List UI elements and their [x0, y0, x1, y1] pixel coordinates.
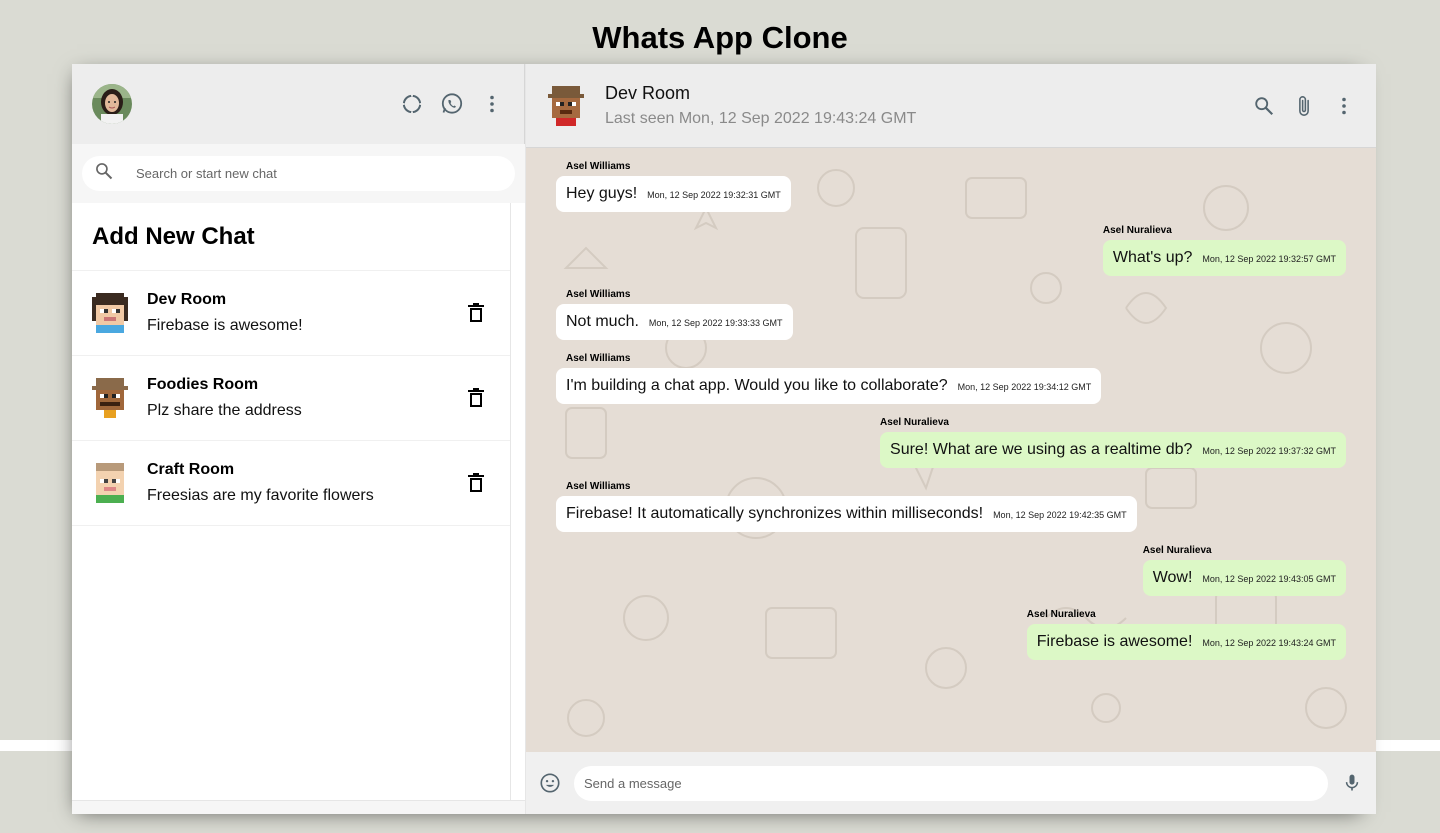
message-row: Asel Williams Hey guys! Mon, 12 Sep 2022 1… [556, 161, 1346, 212]
message-row: Asel Williams I'm building a chat app. Wo… [556, 353, 1346, 404]
sidebar: Add New Chat Dev Room [72, 64, 526, 814]
emoji-icon[interactable] [538, 771, 562, 795]
delete-icon[interactable] [464, 301, 488, 325]
message-bubble[interactable]: What's up? Mon, 12 Sep 2022 19:32:57 GMT [1102, 240, 1346, 276]
message-bubble[interactable]: Hey guys! Mon, 12 Sep 2022 19:32:31 GMT [556, 176, 791, 212]
message-row: Asel Nuralieva Sure! What are we using as… [556, 417, 1346, 468]
chat-name: Craft Room [147, 461, 235, 478]
last-seen: Last seen Mon, 12 Sep 2022 19:43:24 GMT [605, 110, 917, 127]
chat-panel: Dev Room Last seen Mon, 12 Sep 2022 19:4… [526, 64, 1376, 814]
more-vert-icon[interactable] [1332, 94, 1356, 118]
sidebar-header [72, 64, 525, 144]
message-text: What's up? [1112, 249, 1193, 266]
message-wrapper: Asel Nuralieva Sure! What are we using as… [880, 417, 1346, 468]
room-avatar[interactable] [548, 85, 584, 126]
message-sender: Asel Williams [566, 353, 631, 364]
message-timestamp: Mon, 12 Sep 2022 19:43:24 GMT [1202, 638, 1336, 648]
message-wrapper: Asel Williams Firebase! It automatically … [556, 481, 1137, 532]
app-window: Add New Chat Dev Room [72, 64, 1376, 814]
status-icon[interactable] [400, 92, 424, 116]
message-wrapper: Asel Nuralieva Wow! Mon, 12 Sep 2022 19:43… [1142, 545, 1346, 596]
chat-header: Dev Room Last seen Mon, 12 Sep 2022 19:4… [526, 64, 1376, 148]
delete-icon[interactable] [464, 386, 488, 410]
message-bubble[interactable]: Firebase! It automatically synchronizes … [556, 496, 1137, 532]
message-row: Asel Nuralieva Wow! Mon, 12 Sep 2022 19:43… [556, 545, 1346, 596]
message-row: Asel Williams Not much. Mon, 12 Sep 2022 1… [556, 289, 1346, 340]
search-container [82, 156, 515, 191]
chat-name: Dev Room [147, 291, 227, 308]
message-wrapper: Asel Nuralieva What's up? Mon, 12 Sep 2022… [1102, 225, 1346, 276]
message-sender: Asel Nuralieva [1142, 545, 1212, 556]
message-wrapper: Asel Nuralieva Firebase is awesome! Mon, 1… [1026, 609, 1346, 660]
chat-last-message: Plz share the address [147, 402, 302, 419]
message-text: Firebase is awesome! [1036, 633, 1193, 650]
delete-icon[interactable] [464, 471, 488, 495]
message-bubble[interactable]: Sure! What are we using as a realtime db… [880, 432, 1346, 468]
chat-last-message: Freesias are my favorite flowers [147, 487, 374, 504]
message-sender: Asel Williams [566, 289, 631, 300]
room-avatar [92, 378, 128, 418]
message-text: Hey guys! [566, 185, 638, 202]
search-input[interactable] [136, 166, 476, 181]
chat-room-name: Dev Room [605, 83, 691, 103]
chat-body: Asel Williams Hey guys! Mon, 12 Sep 2022 1… [526, 148, 1376, 752]
message-bubble[interactable]: Not much. Mon, 12 Sep 2022 19:33:33 GMT [556, 304, 793, 340]
message-timestamp: Mon, 12 Sep 2022 19:42:35 GMT [993, 510, 1127, 520]
user-avatar[interactable] [92, 84, 132, 124]
message-text: I'm building a chat app. Would you like … [566, 377, 948, 394]
message-bubble[interactable]: Wow! Mon, 12 Sep 2022 19:43:05 GMT [1142, 560, 1346, 596]
message-sender: Asel Nuralieva [1102, 225, 1172, 236]
message-text: Wow! [1152, 569, 1193, 586]
message-text: Not much. [566, 313, 639, 330]
whatsapp-icon[interactable] [440, 92, 464, 116]
room-avatar [92, 463, 128, 503]
search-icon[interactable] [1252, 94, 1276, 118]
message-timestamp: Mon, 12 Sep 2022 19:43:05 GMT [1202, 574, 1336, 584]
message-timestamp: Mon, 12 Sep 2022 19:32:57 GMT [1202, 254, 1336, 264]
chat-item-craft-room[interactable]: Craft Room Freesias are my favorite flow… [72, 441, 510, 526]
mic-icon[interactable] [1340, 771, 1364, 795]
search-icon [94, 161, 114, 186]
room-avatar [92, 293, 128, 333]
message-row: Asel Williams Firebase! It automatically … [556, 481, 1346, 532]
message-bubble[interactable]: I'm building a chat app. Would you like … [556, 368, 1102, 404]
message-row: Asel Nuralieva Firebase is awesome! Mon, 1… [556, 609, 1346, 660]
chat-name: Foodies Room [147, 376, 259, 393]
message-timestamp: Mon, 12 Sep 2022 19:37:32 GMT [1202, 446, 1336, 456]
message-sender: Asel Williams [566, 161, 631, 172]
message-sender: Asel Williams [566, 481, 631, 492]
message-timestamp: Mon, 12 Sep 2022 19:32:31 GMT [647, 190, 781, 200]
chat-item-dev-room[interactable]: Dev Room Firebase is awesome! [72, 271, 510, 356]
message-timestamp: Mon, 12 Sep 2022 19:33:33 GMT [648, 318, 783, 328]
more-vert-icon[interactable] [480, 92, 504, 116]
message-row: Asel Nuralieva What's up? Mon, 12 Sep 2022… [556, 225, 1346, 276]
message-sender: Asel Nuralieva [1026, 609, 1096, 620]
sidebar-footer [72, 800, 525, 814]
chat-footer [526, 752, 1376, 814]
chat-item-foodies-room[interactable]: Foodies Room Plz share the address [72, 356, 510, 441]
message-wrapper: Asel Williams Hey guys! Mon, 12 Sep 2022 1… [556, 161, 791, 212]
attach-icon[interactable] [1292, 94, 1316, 118]
add-new-chat-button[interactable]: Add New Chat [72, 203, 510, 271]
chat-list: Add New Chat Dev Room Firebase is awesom… [72, 203, 511, 800]
message-text: Sure! What are we using as a realtime db… [890, 441, 1193, 458]
message-wrapper: Asel Williams I'm building a chat app. Wo… [556, 353, 1102, 404]
message-wrapper: Asel Williams Not much. Mon, 12 Sep 2022 1… [556, 289, 793, 340]
message-text: Firebase! It automatically synchronizes … [566, 505, 984, 522]
message-timestamp: Mon, 12 Sep 2022 19:34:12 GMT [957, 382, 1092, 392]
message-input[interactable] [574, 765, 1328, 801]
message-sender: Asel Nuralieva [880, 417, 949, 428]
search-bar [72, 144, 525, 203]
chat-last-message: Firebase is awesome! [147, 317, 303, 334]
page-title: Whats App Clone [592, 20, 848, 55]
message-bubble[interactable]: Firebase is awesome! Mon, 12 Sep 2022 19:… [1026, 624, 1346, 660]
